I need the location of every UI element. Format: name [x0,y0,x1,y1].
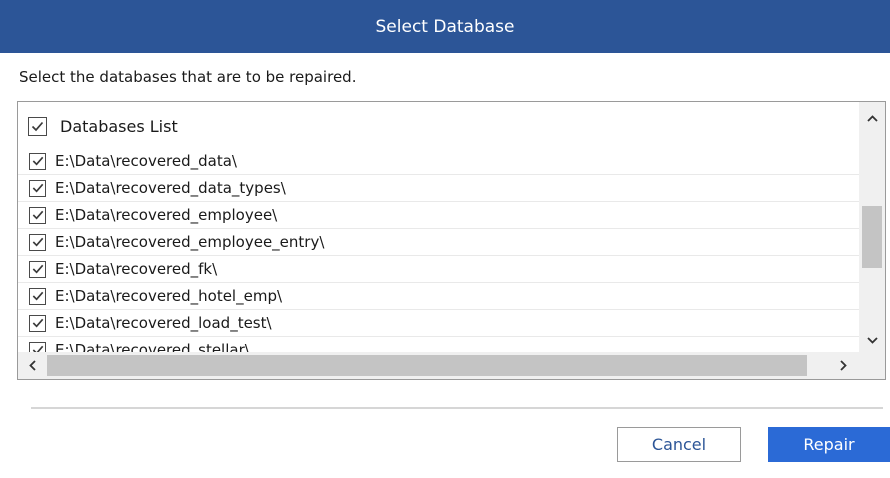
checkmark-icon [32,318,43,328]
database-path-label: E:\Data\recovered_fk\ [55,260,218,278]
horizontal-scrollbar[interactable] [18,352,885,379]
checkmark-icon [32,183,43,193]
database-row[interactable]: E:\Data\recovered_employee_entry\ [18,229,859,256]
database-path-label: E:\Data\recovered_stellar\ [55,341,250,352]
chevron-right-icon [839,360,847,371]
checkmark-icon [32,156,43,166]
database-checkbox[interactable] [29,206,46,224]
database-path-label: E:\Data\recovered_data_types\ [55,179,286,197]
database-row[interactable]: E:\Data\recovered_load_test\ [18,310,859,337]
database-path-label: E:\Data\recovered_hotel_emp\ [55,287,283,305]
checkmark-icon [32,264,43,274]
database-path-label: E:\Data\recovered_employee\ [55,206,278,224]
dialog-title: Select Database [375,16,515,37]
database-path-label: E:\Data\recovered_employee_entry\ [55,233,325,251]
checkmark-icon [32,237,43,247]
checkmark-icon [32,291,43,301]
chevron-down-icon [866,336,878,344]
database-rows: E:\Data\recovered_data\ E:\Data\recovered… [18,148,859,352]
database-row[interactable]: E:\Data\recovered_data_types\ [18,175,859,202]
database-row[interactable]: E:\Data\recovered_employee\ [18,202,859,229]
database-listbox: Databases List E:\Data\recovered_data\ E:… [17,101,886,380]
cancel-button[interactable]: Cancel [617,427,741,462]
database-checkbox[interactable] [29,287,46,305]
scroll-up-button[interactable] [859,106,885,130]
dialog-title-bar: Select Database [0,0,890,53]
database-checkbox[interactable] [29,314,46,332]
horizontal-scroll-thumb[interactable] [47,355,807,376]
footer-separator [31,407,883,409]
instruction-text: Select the databases that are to be repa… [19,68,357,86]
database-checkbox[interactable] [29,341,46,352]
database-checkbox[interactable] [29,260,46,278]
database-row[interactable]: E:\Data\recovered_fk\ [18,256,859,283]
checkmark-icon [32,345,43,352]
select-all-checkbox[interactable] [28,116,47,136]
databases-list-label: Databases List [60,116,178,136]
vertical-scrollbar[interactable] [859,102,885,352]
database-path-label: E:\Data\recovered_data\ [55,152,237,170]
scroll-right-button[interactable] [829,352,857,379]
database-checkbox[interactable] [29,233,46,251]
database-row[interactable]: E:\Data\recovered_data\ [18,148,859,175]
repair-button[interactable]: Repair [768,427,890,462]
database-row[interactable]: E:\Data\recovered_stellar\ [18,337,859,352]
databases-list-header: Databases List [28,114,178,138]
database-checkbox[interactable] [29,179,46,197]
scroll-left-button[interactable] [18,352,46,379]
vertical-scroll-thumb[interactable] [862,206,882,268]
checkmark-icon [32,210,43,220]
scroll-down-button[interactable] [859,328,885,352]
checkmark-icon [31,121,44,131]
database-row[interactable]: E:\Data\recovered_hotel_emp\ [18,283,859,310]
chevron-up-icon [866,114,878,122]
database-list-area: Databases List E:\Data\recovered_data\ E:… [18,102,859,352]
chevron-left-icon [28,360,36,371]
database-checkbox[interactable] [29,152,46,170]
database-path-label: E:\Data\recovered_load_test\ [55,314,272,332]
